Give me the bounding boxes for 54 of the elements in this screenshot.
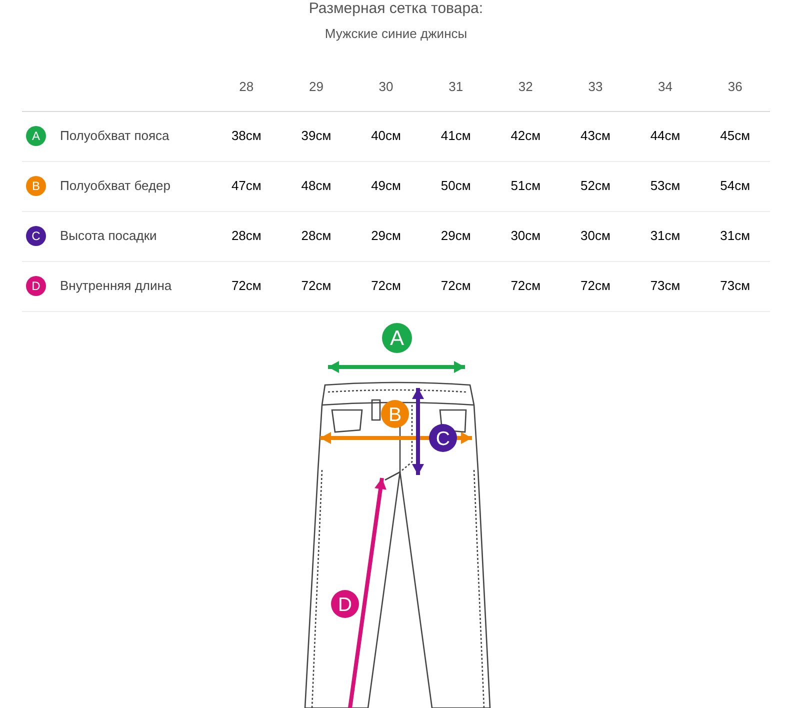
table-cell-text: 28см	[300, 227, 332, 246]
size-header: 31	[448, 78, 464, 96]
marker-badge: B	[26, 176, 46, 196]
table-cell-text: 47см	[230, 177, 262, 196]
size-header: 30	[378, 78, 394, 96]
table-cell-text: 28см	[230, 227, 262, 246]
table-cell-text: 29см	[440, 227, 472, 246]
table-cell-text: 30см	[580, 227, 612, 246]
marker-badge: A	[382, 323, 412, 353]
marker-badge: A	[26, 126, 46, 146]
marker-badge: C	[26, 226, 46, 246]
marker-badge: C	[429, 424, 457, 452]
table-cell-text: 51см	[510, 177, 542, 196]
table-cell-text: 50см	[440, 177, 472, 196]
table-cell-text: 73см	[719, 277, 752, 296]
table-cell-text: 45см	[719, 127, 752, 146]
table-cell-text: 31см	[649, 227, 682, 246]
table-cell-text: 72см	[300, 277, 332, 296]
table-cell-text: 30см	[510, 227, 542, 246]
marker-badge: D	[26, 276, 46, 296]
table-cell-text: 44см	[649, 127, 682, 146]
measurement-label: Полуобхват пояса	[60, 127, 170, 146]
table-cell-text: 73см	[649, 277, 682, 296]
marker-badge: D	[331, 590, 359, 618]
measurement-label: Полуобхват бедер	[60, 177, 171, 196]
table-cell-text: 38см	[230, 127, 262, 146]
table-cell-text: 72см	[510, 277, 542, 296]
size-header: 34	[657, 78, 674, 96]
table-cell-text: 31см	[719, 227, 752, 246]
size-header: 36	[726, 78, 744, 96]
measurement-label: Внутренняя длина	[60, 277, 172, 296]
size-header: 33	[587, 78, 604, 96]
table-cell-text: 49см	[370, 177, 402, 196]
size-header: 32	[517, 78, 534, 96]
table-cell-text: 53см	[649, 177, 682, 196]
table-cell-text: 42см	[510, 127, 542, 146]
table-cell-text: 72см	[370, 277, 402, 296]
table-cell-text: 40см	[370, 127, 402, 146]
table-cell-text: 39см	[300, 127, 332, 146]
table-cell-text: 48см	[300, 177, 332, 196]
table-cell-text: 72см	[440, 277, 472, 296]
table-cell-text: 29см	[370, 227, 402, 246]
product-name: Мужские синие джинсы	[324, 25, 468, 43]
size-header: 29	[308, 78, 324, 96]
table-cell-text: 72см	[230, 277, 262, 296]
chart-title: Размерная сетка товара:	[308, 0, 484, 16]
table-cell-text: 52см	[580, 177, 612, 196]
table-cell-text: 41см	[440, 127, 472, 146]
table-cell-text: 43см	[580, 127, 612, 146]
marker-badge: B	[381, 400, 409, 428]
measurement-label: Высота посадки	[60, 227, 157, 246]
table-cell-text: 72см	[580, 277, 612, 296]
table-cell-text: 54см	[719, 177, 752, 196]
size-header: 28	[238, 78, 255, 96]
